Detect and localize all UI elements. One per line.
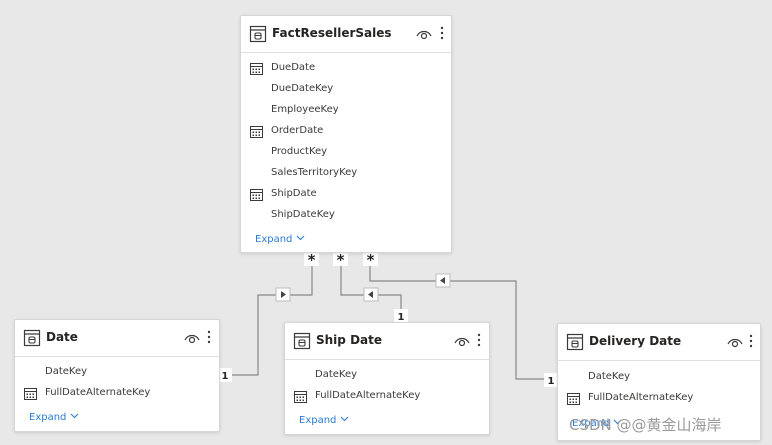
expand-link[interactable]: Expand xyxy=(255,234,305,245)
eye-icon[interactable] xyxy=(454,335,470,347)
chevron-down-icon xyxy=(71,413,79,419)
calendar-icon xyxy=(294,391,307,403)
field-label: ShipDateKey xyxy=(271,209,335,220)
table-title: Delivery Date xyxy=(589,334,682,348)
field-label: DateKey xyxy=(588,371,631,382)
cardinality-one-delivery-date: 1 xyxy=(548,376,555,387)
table-title: Date xyxy=(46,330,78,344)
filter-direction-arrow-date xyxy=(275,287,291,302)
field-row-datekey[interactable]: DateKey xyxy=(15,363,219,383)
eye-icon[interactable] xyxy=(727,336,743,348)
cardinality-many-fact-date: * xyxy=(308,251,316,269)
table-icon xyxy=(249,25,267,43)
field-label: SalesTerritoryKey xyxy=(271,167,358,178)
chevron-down-icon xyxy=(297,235,305,241)
table-card-date[interactable]: Date DateKey FullDateAlternateKey Expand xyxy=(14,319,220,432)
table-header[interactable]: Ship Date xyxy=(285,323,489,360)
filter-direction-arrow-delivery-date xyxy=(435,273,451,288)
field-label: FullDateAlternateKey xyxy=(588,392,694,403)
more-options-icon[interactable] xyxy=(748,333,754,349)
field-row-duedate[interactable]: DueDate xyxy=(241,59,451,79)
field-label: ProductKey xyxy=(271,146,328,157)
expand-label: Expand xyxy=(255,234,293,245)
field-label: DateKey xyxy=(45,366,88,377)
field-label: FullDateAlternateKey xyxy=(315,390,421,401)
field-row-shipdatekey[interactable]: ShipDateKey xyxy=(241,206,451,226)
cardinality-many-fact-ship-date: * xyxy=(337,251,345,269)
table-header[interactable]: Delivery Date xyxy=(558,324,760,361)
model-diagram-canvas[interactable]: * * * 1 1 1 FactResellerSales DueDate Du… xyxy=(0,0,772,445)
field-row-datekey[interactable]: DateKey xyxy=(285,366,489,386)
field-label: DateKey xyxy=(315,369,358,380)
expand-label: Expand xyxy=(29,412,67,423)
field-label: DueDateKey xyxy=(271,83,334,94)
field-label: FullDateAlternateKey xyxy=(45,387,151,398)
field-row-fulldatealternatekey[interactable]: FullDateAlternateKey xyxy=(285,387,489,407)
table-title: FactResellerSales xyxy=(272,26,392,40)
field-row-fulldatealternatekey[interactable]: FullDateAlternateKey xyxy=(15,384,219,404)
cardinality-one-date: 1 xyxy=(222,371,229,382)
field-row-productkey[interactable]: ProductKey xyxy=(241,143,451,163)
field-label: EmployeeKey xyxy=(271,104,339,115)
more-options-icon[interactable] xyxy=(206,329,212,345)
calendar-icon xyxy=(250,63,263,75)
calendar-icon xyxy=(24,388,37,400)
table-card-ship-date[interactable]: Ship Date DateKey FullDateAlternateKey E… xyxy=(284,322,490,435)
more-options-icon[interactable] xyxy=(476,332,482,348)
more-options-icon[interactable] xyxy=(439,25,445,41)
field-row-shipdate[interactable]: ShipDate xyxy=(241,185,451,205)
cardinality-many-fact-delivery-date: * xyxy=(367,251,375,269)
expand-link[interactable]: Expand xyxy=(299,415,349,426)
watermark: CSDN @@黄金山海岸 xyxy=(569,416,722,434)
table-icon xyxy=(23,329,41,347)
eye-icon[interactable] xyxy=(416,28,432,40)
field-row-duedatekey[interactable]: DueDateKey xyxy=(241,80,451,100)
filter-direction-arrow-ship-date xyxy=(363,287,379,302)
field-label: OrderDate xyxy=(271,125,324,136)
table-icon xyxy=(293,332,311,350)
table-title: Ship Date xyxy=(316,333,382,347)
field-row-orderdate[interactable]: OrderDate xyxy=(241,122,451,142)
chevron-down-icon xyxy=(341,416,349,422)
eye-icon[interactable] xyxy=(184,332,200,344)
table-icon xyxy=(566,333,584,351)
field-row-salesterritorykey[interactable]: SalesTerritoryKey xyxy=(241,164,451,184)
expand-link[interactable]: Expand xyxy=(29,412,79,423)
table-card-factresellersales[interactable]: FactResellerSales DueDate DueDateKey Emp… xyxy=(240,15,452,253)
table-header[interactable]: Date xyxy=(15,320,219,357)
calendar-icon xyxy=(250,189,263,201)
field-label: DueDate xyxy=(271,62,316,73)
expand-label: Expand xyxy=(299,415,337,426)
table-header[interactable]: FactResellerSales xyxy=(241,16,451,53)
field-row-datekey[interactable]: DateKey xyxy=(558,368,760,388)
field-row-fulldatealternatekey[interactable]: FullDateAlternateKey xyxy=(558,389,760,409)
calendar-icon xyxy=(567,393,580,405)
field-row-employeekey[interactable]: EmployeeKey xyxy=(241,101,451,121)
field-label: ShipDate xyxy=(271,188,317,199)
calendar-icon xyxy=(250,126,263,138)
